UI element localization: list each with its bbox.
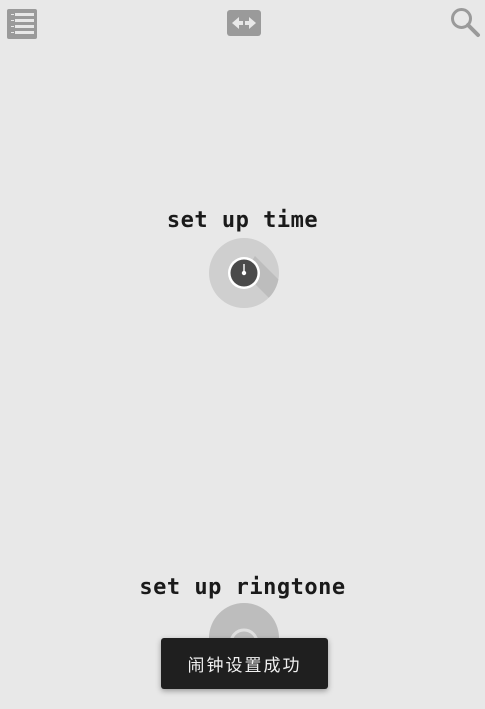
search-icon[interactable]	[449, 6, 481, 38]
top-toolbar	[0, 0, 485, 48]
toast-text: 闹钟设置成功	[187, 656, 302, 676]
set-up-time-label: set up time	[166, 208, 319, 233]
clock-dial-icon[interactable]	[209, 238, 279, 308]
swap-arrows-icon[interactable]	[226, 8, 262, 38]
set-up-ringtone-label: set up ringtone	[139, 575, 346, 600]
toast-message: 闹钟设置成功	[161, 638, 328, 689]
menu-list-icon[interactable]	[6, 8, 38, 40]
